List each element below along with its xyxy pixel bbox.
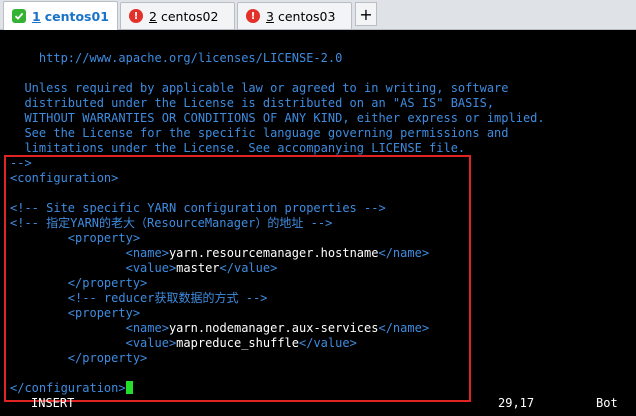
cursor-position: 29,17: [498, 396, 535, 410]
tab-centos03[interactable]: ! 3 centos03: [237, 2, 352, 29]
tab-number: 1: [32, 8, 41, 24]
xml-value: mapreduce_shuffle: [176, 336, 299, 350]
xml-close-tag: </value>: [219, 261, 278, 275]
xml-tag: </property>: [10, 351, 148, 365]
editor-line: <name>yarn.nodemanager.aux-services</nam…: [10, 321, 429, 336]
xml-tag: <property>: [10, 306, 141, 320]
comment-text: -->: [10, 156, 32, 170]
comment-text: <!-- 指定YARN的老大（ResourceManager）的地址 -->: [10, 216, 333, 230]
tab-number: 2: [149, 8, 157, 24]
xml-close-tag: </value>: [299, 336, 357, 350]
editor-line: Unless required by applicable law or agr…: [10, 81, 509, 96]
tab-label: centos03: [277, 8, 336, 24]
scroll-indicator: Bot: [596, 396, 618, 410]
editor-line: <value>master</value>: [10, 261, 278, 276]
editor-line: -->: [10, 156, 32, 171]
editor-line: <property>: [10, 231, 140, 246]
xml-value: yarn.resourcemanager.hostname: [168, 246, 379, 260]
exclamation-icon: !: [246, 9, 260, 23]
xml-open-tag: <name>: [125, 321, 169, 335]
comment-text: WITHOUT WARRANTIES OR CONDITIONS OF ANY …: [10, 111, 545, 125]
exclamation-icon: !: [129, 9, 143, 23]
xml-value: master: [176, 261, 220, 275]
editor-line: </property>: [10, 351, 147, 366]
tab-centos01[interactable]: 1 centos01: [3, 1, 118, 30]
xml-tag: </property>: [10, 276, 148, 290]
xml-open-tag: <value>: [125, 261, 177, 275]
mode-indicator: INSERT: [31, 396, 75, 410]
xml-tag: <property>: [10, 231, 141, 245]
editor-line: <!-- reducer获取数据的方式 -->: [10, 291, 268, 306]
editor-line: </configuration>: [10, 381, 133, 396]
xml-close-tag: </name>: [378, 246, 430, 260]
editor-line: distributed under the License is distrib…: [10, 96, 494, 111]
xml-value: yarn.nodemanager.aux-services: [168, 321, 379, 335]
add-tab-button[interactable]: +: [355, 2, 377, 26]
comment-text: distributed under the License is distrib…: [10, 96, 495, 110]
xml-open-tag: <value>: [125, 336, 177, 350]
comment-text: See the License for the specific languag…: [10, 126, 509, 140]
editor-line: http://www.apache.org/licenses/LICENSE-2…: [10, 51, 342, 66]
comment-text: limitations under the License. See accom…: [10, 141, 466, 155]
tab-centos02[interactable]: ! 2 centos02: [120, 2, 235, 29]
editor-line: </property>: [10, 276, 147, 291]
xml-tag: <configuration>: [10, 171, 119, 185]
check-icon: [12, 9, 26, 23]
comment-text: <!-- Site specific YARN configuration pr…: [10, 201, 386, 215]
comment-text: Unless required by applicable law or agr…: [10, 81, 509, 95]
editor-line: See the License for the specific languag…: [10, 126, 509, 141]
xml-close-tag: </name>: [378, 321, 430, 335]
editor-line: <property>: [10, 306, 140, 321]
xml-open-tag: <name>: [125, 246, 169, 260]
editor-line: <!-- 指定YARN的老大（ResourceManager）的地址 -->: [10, 216, 332, 231]
xml-tag: </configuration>: [10, 381, 126, 395]
comment-text: <!-- reducer获取数据的方式 -->: [10, 291, 268, 305]
editor-line: <!-- Site specific YARN configuration pr…: [10, 201, 386, 216]
tab-number: 3: [266, 8, 274, 24]
editor-line: <name>yarn.resourcemanager.hostname</nam…: [10, 246, 429, 261]
editor-line: <value>mapreduce_shuffle</value>: [10, 336, 357, 351]
tab-label: centos02: [160, 8, 219, 24]
editor-line: WITHOUT WARRANTIES OR CONDITIONS OF ANY …: [10, 111, 545, 126]
editor-line: limitations under the License. See accom…: [10, 141, 465, 156]
comment-text: http://www.apache.org/licenses/LICENSE-2…: [10, 51, 343, 65]
text-cursor: [125, 381, 133, 394]
editor-line: <configuration>: [10, 171, 118, 186]
tab-label: centos01: [44, 8, 109, 24]
tab-bar: 1 centos01 ! 2 centos02 ! 3 centos03 +: [0, 0, 636, 30]
